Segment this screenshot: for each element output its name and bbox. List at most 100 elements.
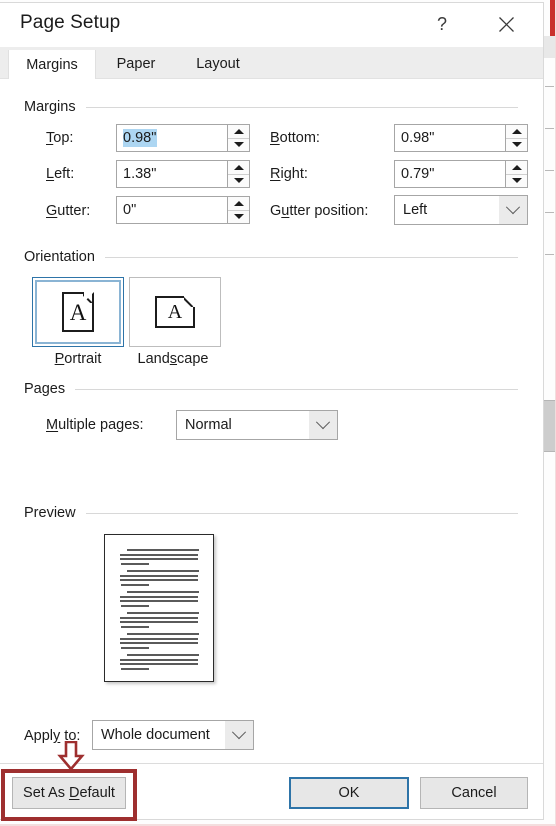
gutter-input[interactable]: 0" <box>116 196 250 224</box>
tab-layout-label: Layout <box>196 56 240 72</box>
preview-line <box>127 549 199 551</box>
bottom-margin-value: 0.98" <box>401 130 435 146</box>
preview-line <box>121 583 149 586</box>
background-scrollbar-thumb[interactable] <box>542 400 556 452</box>
background-ruler-tick <box>545 254 554 255</box>
dialog-title: Page Setup <box>20 12 121 33</box>
preview-line <box>121 562 149 565</box>
tab-strip: Margins Paper Layout <box>0 47 543 79</box>
set-as-default-button[interactable]: Set As Default <box>12 777 126 809</box>
preview-line <box>121 667 149 670</box>
top-margin-spinner[interactable] <box>227 125 249 151</box>
group-divider-line <box>104 256 518 258</box>
preview-line <box>127 633 199 635</box>
orientation-landscape-option[interactable]: A <box>129 277 221 347</box>
ok-label: OK <box>338 785 360 801</box>
group-divider-line <box>85 512 518 514</box>
right-margin-label: Right: <box>270 166 308 182</box>
preview-line <box>120 558 198 560</box>
dialog-title-bar: Page Setup ? <box>0 3 543 47</box>
preview-line <box>127 570 199 572</box>
left-margin-value: 1.38" <box>123 166 157 182</box>
multiple-pages-value: Normal <box>185 417 232 433</box>
group-divider-line <box>85 106 518 108</box>
bottom-margin-spinner[interactable] <box>505 125 527 151</box>
cancel-button[interactable]: Cancel <box>420 777 528 809</box>
margins-group-header: Margins <box>24 99 532 115</box>
spinner-down-icon[interactable] <box>506 174 527 187</box>
gutter-label: Gutter: <box>46 203 91 219</box>
portrait-page-icon: A <box>62 292 94 332</box>
preview-line <box>120 658 198 661</box>
preview-group-label: Preview <box>24 505 76 521</box>
bottom-margin-input[interactable]: 0.98" <box>394 124 528 152</box>
preview-line <box>120 600 198 602</box>
spinner-down-icon[interactable] <box>228 210 249 223</box>
gutter-position-value: Left <box>403 202 428 218</box>
chevron-down-icon[interactable] <box>225 721 253 749</box>
tab-paper[interactable]: Paper <box>96 50 176 78</box>
preview-line <box>120 621 198 623</box>
gutter-position-label: Gutter position: <box>270 203 369 219</box>
spinner-down-icon[interactable] <box>228 174 249 187</box>
close-icon[interactable] <box>483 3 529 45</box>
apply-to-label: Apply to: <box>24 728 81 744</box>
group-divider-line <box>75 388 518 390</box>
top-margin-label: Top: <box>46 130 74 146</box>
set-as-default-label: Set As Default <box>23 785 115 801</box>
top-margin-value-wrap: 0.98" <box>117 125 227 151</box>
orientation-group-header: Orientation <box>24 249 532 265</box>
preview-line <box>127 591 199 593</box>
preview-line <box>120 642 198 644</box>
preview-line <box>120 579 198 581</box>
spinner-up-icon[interactable] <box>228 125 249 139</box>
preview-line <box>121 604 149 607</box>
tab-margins[interactable]: Margins <box>8 50 96 79</box>
preview-line <box>120 616 198 619</box>
preview-line <box>120 663 198 665</box>
orientation-portrait-label: Portrait <box>54 351 102 367</box>
portrait-icon-glyph: A <box>69 299 87 325</box>
right-margin-spinner[interactable] <box>505 161 527 187</box>
gutter-spinner[interactable] <box>227 197 249 223</box>
spinner-down-icon[interactable] <box>228 138 249 151</box>
landscape-icon-glyph: A <box>167 301 183 323</box>
background-ruler-tick <box>545 86 554 87</box>
left-margin-input[interactable]: 1.38" <box>116 160 250 188</box>
footer-divider <box>0 763 543 764</box>
spinner-up-icon[interactable] <box>228 161 249 175</box>
left-margin-value-wrap: 1.38" <box>117 161 227 187</box>
spinner-down-icon[interactable] <box>506 138 527 151</box>
preview-line <box>120 574 198 577</box>
multiple-pages-select[interactable]: Normal <box>176 410 338 440</box>
preview-group-header: Preview <box>24 505 532 521</box>
preview-line <box>127 612 199 614</box>
background-ruler-tick <box>545 128 554 129</box>
preview-line <box>127 654 199 656</box>
chevron-down-icon[interactable] <box>499 196 527 224</box>
orientation-portrait-option[interactable]: A <box>32 277 124 347</box>
tab-margins-label: Margins <box>26 56 78 73</box>
ok-button[interactable]: OK <box>289 777 409 809</box>
left-margin-spinner[interactable] <box>227 161 249 187</box>
tab-layout[interactable]: Layout <box>176 50 260 78</box>
apply-to-select[interactable]: Whole document <box>92 720 254 750</box>
chevron-down-icon[interactable] <box>309 411 337 439</box>
apply-to-value: Whole document <box>101 727 210 743</box>
orientation-group-label: Orientation <box>24 249 95 265</box>
spinner-up-icon[interactable] <box>228 197 249 211</box>
right-margin-value-wrap: 0.79" <box>395 161 505 187</box>
gutter-value-wrap: 0" <box>117 197 227 223</box>
page-fold-corner <box>184 296 195 307</box>
cancel-label: Cancel <box>451 785 497 801</box>
page-setup-dialog: Page Setup ? Margins Paper Layout Margin… <box>0 2 544 820</box>
pages-group-label: Pages <box>24 381 66 397</box>
gutter-position-select[interactable]: Left <box>394 195 528 225</box>
left-margin-label: Left: <box>46 166 75 182</box>
help-icon[interactable]: ? <box>419 3 465 45</box>
spinner-up-icon[interactable] <box>506 125 527 139</box>
spinner-up-icon[interactable] <box>506 161 527 175</box>
right-margin-input[interactable]: 0.79" <box>394 160 528 188</box>
multiple-pages-label: Multiple pages: <box>46 417 144 433</box>
top-margin-input[interactable]: 0.98" <box>116 124 250 152</box>
